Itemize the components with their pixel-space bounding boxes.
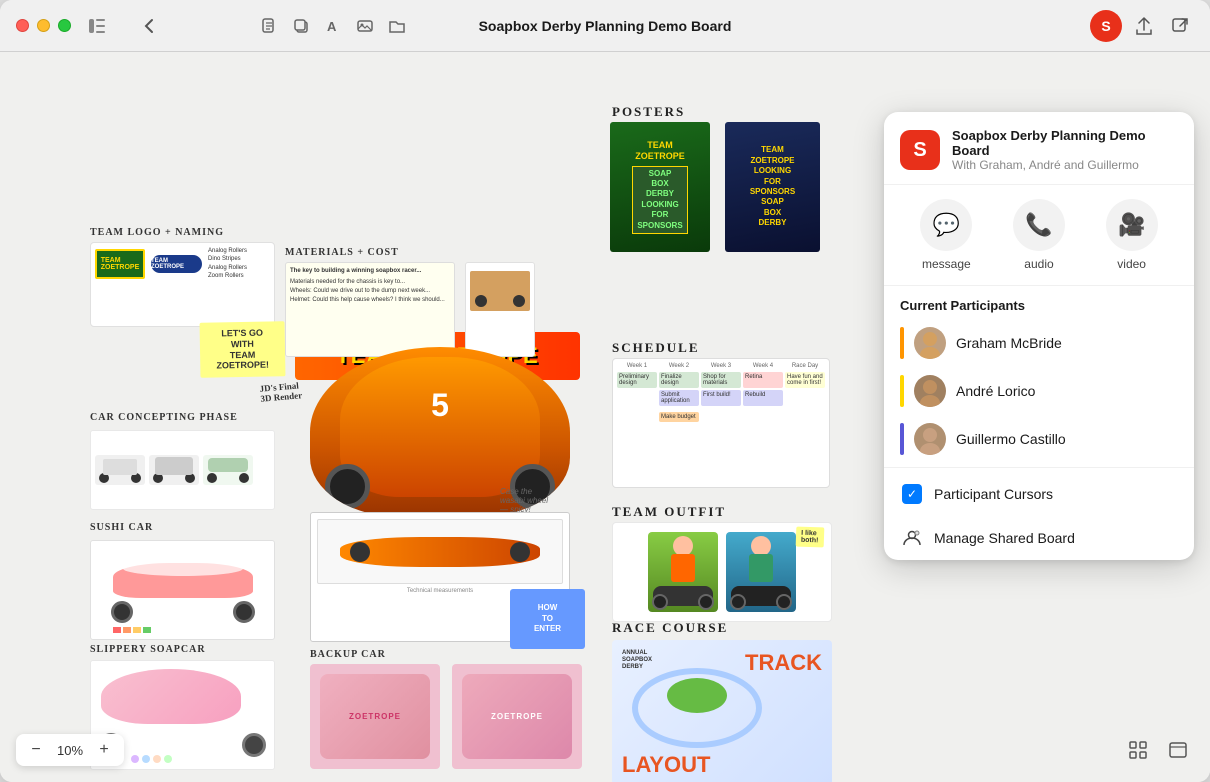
poster-green-1: TEAMZOETROPE SOAPBOXDERBYLOOKINGFORSPONS… (610, 122, 710, 252)
message-label: message (922, 257, 971, 271)
audio-label: audio (1024, 257, 1053, 271)
participant-cursors-icon: ✓ (900, 482, 924, 506)
slippery-label: SLIPPERY SOAPCAR (90, 644, 206, 655)
participant-graham-avatar (914, 327, 946, 359)
video-icon: 🎥 (1106, 199, 1158, 251)
svg-text:A: A (327, 19, 337, 34)
jd-render-label: JD's Final3D Render (259, 380, 302, 404)
how-to-enter-card: HOWTOENTER (510, 589, 585, 649)
participant-guillermo-name: Guillermo Castillo (956, 431, 1066, 447)
collab-subtitle: With Graham, André and Guillermo (952, 158, 1178, 172)
external-link-button[interactable] (1166, 12, 1194, 40)
doc-icon-button[interactable] (255, 12, 283, 40)
collab-actions: 💬 message 📞 audio 🎥 video (884, 185, 1194, 286)
zoom-toolbar: − 10% + (16, 734, 124, 766)
materials-label: MATERIALS + COST (285, 247, 399, 258)
team-outfit-label: TEAM OUTFIT (612, 504, 726, 520)
lets-go-note: LET'S GOWITHTEAMZOETROPE! (200, 321, 286, 377)
fit-screen-button[interactable] (1122, 734, 1154, 766)
team-outfit-area: I likeboth! (612, 522, 832, 622)
car-sketches (90, 430, 275, 510)
participant-cursors-item[interactable]: ✓ Participant Cursors (884, 472, 1194, 516)
posters-label: POSTERS (612, 104, 685, 120)
schedule-grid: Week 1 Week 2 Week 3 Week 4 Race Day Pre… (612, 358, 830, 488)
app-window: Soapbox Derby Planning Demo Board A S (0, 0, 1210, 782)
window-title: Soapbox Derby Planning Demo Board (479, 18, 732, 34)
spicy-note: Case thewasabi wheel— spicy! (500, 487, 548, 514)
manage-shared-board-label: Manage Shared Board (934, 530, 1075, 546)
fullscreen-view-button[interactable] (1162, 734, 1194, 766)
car-concepting-label: CAR CONCEPTING PHASE (90, 412, 238, 423)
titlebar-right-controls: S (1090, 10, 1194, 42)
image-icon-button[interactable] (351, 12, 379, 40)
participant-guillermo[interactable]: Guillermo Castillo (884, 415, 1194, 463)
poster-blue-1: TEAMZOETROPELOOKINGFORSPONSORSSOAPBOXDER… (725, 122, 820, 252)
divider-1 (884, 467, 1194, 468)
participants-section-title: Current Participants (884, 286, 1194, 319)
collab-popup-header: S Soapbox Derby Planning Demo Board With… (884, 112, 1194, 185)
sushi-car-sketch (90, 540, 275, 640)
manage-board-icon (900, 526, 924, 550)
back-button[interactable] (135, 12, 163, 40)
participant-graham-color (900, 327, 904, 359)
participant-andre-avatar (914, 375, 946, 407)
materials-doc: The key to building a winning soapbox ra… (285, 262, 455, 357)
participant-andre-name: André Lorico (956, 383, 1035, 399)
participant-andre[interactable]: André Lorico (884, 367, 1194, 415)
manage-shared-board-item[interactable]: Manage Shared Board (884, 516, 1194, 560)
nav-controls (135, 12, 163, 40)
collab-header-text: Soapbox Derby Planning Demo Board With G… (952, 128, 1178, 172)
audio-icon: 📞 (1013, 199, 1065, 251)
traffic-lights (16, 19, 71, 32)
bottom-right-controls (1122, 734, 1194, 766)
schedule-label: SCHEDULE (612, 340, 700, 356)
collab-board-name: Soapbox Derby Planning Demo Board (952, 128, 1178, 158)
zoom-out-button[interactable]: − (24, 738, 48, 762)
logo-sketches: TEAMZOETROPE TEAM ZOETROPE Analog Roller… (90, 242, 275, 327)
message-icon: 💬 (920, 199, 972, 251)
participant-guillermo-avatar (914, 423, 946, 455)
user-avatar-button[interactable]: S (1090, 10, 1122, 42)
checkbox-checked-icon: ✓ (902, 484, 922, 504)
sushi-car-label: SUSHI CAR (90, 522, 153, 533)
audio-button[interactable]: 📞 audio (1013, 199, 1065, 271)
fullscreen-button[interactable] (58, 19, 71, 32)
zoom-level: 10% (52, 743, 88, 758)
backup-car-photo-1: ZOETROPE (310, 664, 440, 769)
team-logo-label: TEAM LOGO + NAMING (90, 227, 224, 238)
track-layout: TRACK ANNUALSOAPBOXDERBY LAYOUT (612, 640, 832, 782)
collab-logo: S (900, 130, 940, 170)
minimize-button[interactable] (37, 19, 50, 32)
backup-car-photo-2: ZOETROPE (452, 664, 582, 769)
message-button[interactable]: 💬 message (920, 199, 972, 271)
video-button[interactable]: 🎥 video (1106, 199, 1158, 271)
participant-graham[interactable]: Graham McBride (884, 319, 1194, 367)
participant-guillermo-color (900, 423, 904, 455)
canvas-area[interactable]: POSTERS TEAMZOETROPE SOAPBOXDERBYLOOKING… (0, 52, 1210, 782)
text-icon-button[interactable]: A (319, 12, 347, 40)
participant-cursors-label: Participant Cursors (934, 486, 1053, 502)
titlebar: Soapbox Derby Planning Demo Board A S (0, 0, 1210, 52)
backup-car-label: BACKUP CAR (310, 649, 386, 660)
zoom-in-button[interactable]: + (92, 738, 116, 762)
collab-popup: S Soapbox Derby Planning Demo Board With… (884, 112, 1194, 560)
copy-icon-button[interactable] (287, 12, 315, 40)
video-label: video (1117, 257, 1146, 271)
race-course-label: RACE COURSE (612, 620, 728, 636)
participant-andre-color (900, 375, 904, 407)
close-button[interactable] (16, 19, 29, 32)
3d-render-sketch (465, 262, 535, 357)
participant-graham-name: Graham McBride (956, 335, 1062, 351)
folder-icon-button[interactable] (383, 12, 411, 40)
share-button[interactable] (1130, 12, 1158, 40)
sidebar-toggle-button[interactable] (83, 12, 111, 40)
collab-logo-letter: S (913, 139, 926, 162)
